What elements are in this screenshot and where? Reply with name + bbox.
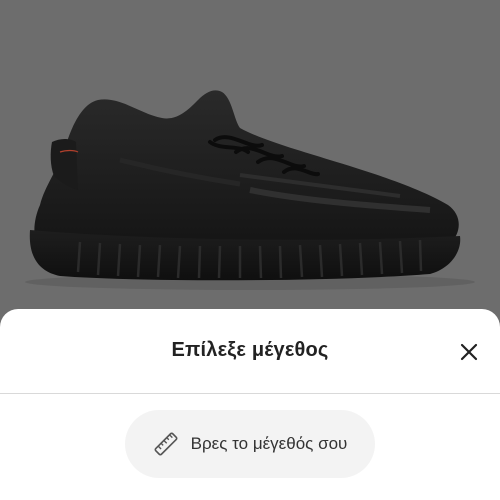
sheet-title: Επίλεξε μέγεθος [171, 339, 329, 361]
size-selection-sheet: Επίλεξε μέγεθος Βρες το μέγεθός σου [0, 309, 500, 500]
close-button[interactable] [456, 339, 482, 365]
product-image [25, 90, 475, 290]
sheet-header: Επίλεξε μέγεθος [0, 309, 500, 394]
find-your-size-label: Βρες το μέγεθός σου [190, 434, 348, 453]
close-icon [460, 343, 478, 361]
ruler-icon [154, 432, 178, 456]
find-your-size-button[interactable]: Βρες το μέγεθός σου [125, 410, 375, 478]
